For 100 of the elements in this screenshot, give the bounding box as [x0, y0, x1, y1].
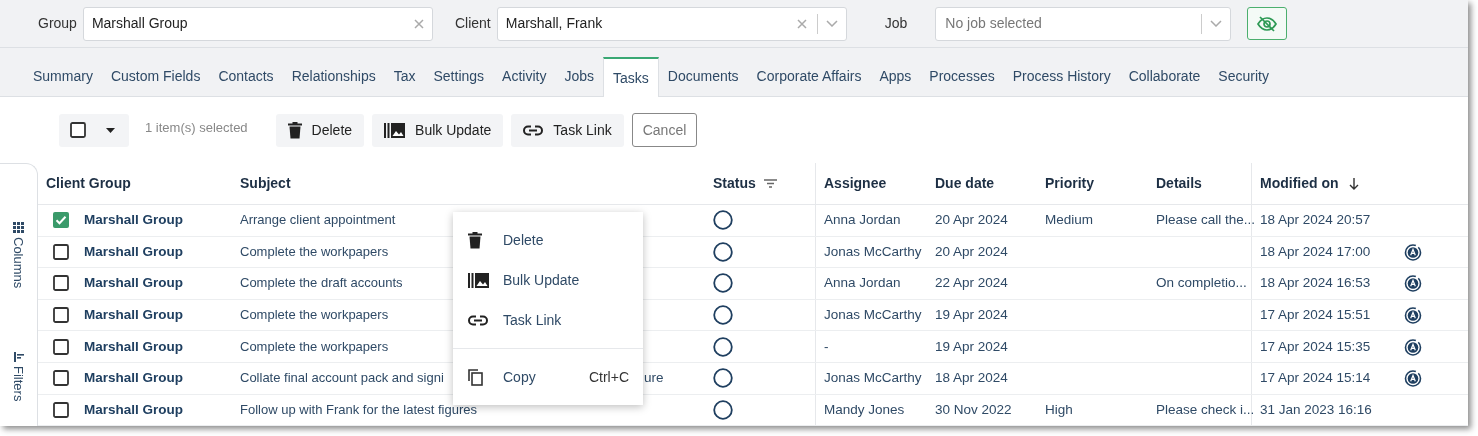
table-cell: 19 Apr 2024	[935, 306, 1008, 322]
field-label: Group	[38, 14, 77, 33]
tab[interactable]: Custom Fields	[101, 56, 210, 96]
status-circle-icon[interactable]	[713, 273, 733, 294]
field-label: Job	[884, 14, 908, 33]
field-label: Client	[454, 14, 491, 33]
column-header[interactable]: Status	[713, 173, 756, 194]
tab[interactable]: Relationships	[282, 56, 385, 96]
table-cell: Collate final account pack and signi	[240, 370, 444, 386]
table-cell: Medium	[1045, 212, 1093, 228]
table-cell: Mandy Jones	[824, 401, 905, 417]
table-cell: Jonas McCarthy	[824, 306, 922, 322]
checkbox[interactable]	[53, 307, 69, 324]
eye-off-icon	[1257, 15, 1278, 32]
table-cell: Complete the workpapers	[240, 338, 389, 354]
table-cell: 18 Apr 2024 16:53	[1260, 275, 1371, 291]
status-circle-icon[interactable]	[713, 210, 733, 231]
tab[interactable]: Process History	[1003, 56, 1120, 96]
toolbar-button[interactable]: Task Link	[511, 113, 624, 147]
checkbox[interactable]	[53, 243, 69, 260]
automation-icon[interactable]	[1404, 369, 1422, 388]
grid-icon	[13, 222, 24, 233]
tab[interactable]: Jobs	[555, 56, 603, 96]
column-header[interactable]: Due date	[935, 175, 995, 191]
image-bars-icon	[468, 272, 489, 288]
column-header[interactable]: Priority	[1045, 175, 1094, 191]
tab[interactable]: Tasks	[603, 57, 659, 97]
table-cell: 20 Apr 2024	[935, 243, 1008, 259]
menu-item[interactable]: Task Link	[453, 300, 643, 340]
checkbox[interactable]	[70, 122, 86, 138]
automation-icon[interactable]	[1404, 274, 1422, 293]
filter-icon	[13, 352, 24, 363]
automation-icon[interactable]	[1404, 306, 1422, 325]
table-cell: Complete the workpapers	[240, 243, 389, 259]
visibility-toggle-button[interactable]	[1247, 7, 1288, 40]
tab[interactable]: Documents	[658, 56, 748, 96]
column-header[interactable]: Client Group	[46, 175, 131, 191]
table-cell: Follow up with Frank for the latest figures	[240, 401, 477, 417]
table-cell: 22 Apr 2024	[935, 275, 1008, 291]
arrow-down-icon	[1348, 177, 1359, 190]
table-cell: High	[1045, 401, 1073, 417]
tab[interactable]: Corporate Affairs	[747, 56, 871, 96]
table-cell: 18 Apr 2024 20:57	[1260, 212, 1371, 228]
filter-icon[interactable]	[763, 179, 777, 188]
side-panel-tab[interactable]: Filters	[8, 352, 29, 402]
selection-count: 1 item(s) selected	[145, 119, 248, 138]
tab[interactable]: Collaborate	[1119, 56, 1210, 96]
select-all-control[interactable]	[59, 113, 129, 147]
tab[interactable]: Tax	[384, 56, 425, 96]
table-cell: Jonas McCarthy	[824, 243, 922, 259]
tab[interactable]: Security	[1209, 56, 1278, 96]
tab[interactable]: Contacts	[209, 56, 283, 96]
checkbox[interactable]	[53, 338, 69, 355]
job-select-field[interactable]: No job selected	[935, 6, 1232, 41]
table-cell: Marshall Group	[84, 243, 183, 259]
table-cell-text: ure	[644, 369, 664, 388]
column-header[interactable]: Assignee	[824, 175, 887, 191]
table-cell: Marshall Group	[84, 338, 183, 354]
table-cell: 17 Apr 2024 15:14	[1260, 370, 1371, 386]
tab[interactable]: Settings	[424, 56, 494, 96]
status-circle-icon[interactable]	[713, 241, 733, 262]
table-cell: 17 Apr 2024 15:35	[1260, 338, 1371, 354]
tab[interactable]: Summary	[24, 56, 102, 96]
menu-item[interactable]: Delete	[453, 220, 643, 260]
tab[interactable]: Activity	[493, 56, 556, 96]
table-cell: Marshall Group	[84, 370, 183, 386]
table-cell: 18 Apr 2024 17:00	[1260, 243, 1371, 259]
table-cell-text: Please check i...	[1156, 400, 1255, 419]
status-circle-icon[interactable]	[713, 336, 733, 357]
checkbox[interactable]	[53, 401, 69, 418]
table-cell: Marshall Group	[84, 275, 183, 291]
checkbox[interactable]	[53, 212, 69, 229]
link-icon	[523, 124, 544, 136]
table-cell: 30 Nov 2022	[935, 401, 1012, 417]
status-circle-icon[interactable]	[713, 368, 733, 389]
table-cell-text: Please call the...	[1156, 211, 1256, 230]
status-circle-icon[interactable]	[713, 399, 733, 420]
automation-icon[interactable]	[1404, 337, 1422, 356]
table-cell: Anna Jordan	[824, 275, 901, 291]
checkbox[interactable]	[53, 370, 69, 387]
table-cell: 17 Apr 2024 15:51	[1260, 306, 1371, 322]
status-circle-icon[interactable]	[713, 305, 733, 326]
select-field[interactable]: Marshall Group	[82, 6, 433, 41]
side-panel-tab[interactable]: Columns	[8, 222, 29, 289]
column-header[interactable]: Modified on	[1260, 173, 1339, 194]
automation-icon[interactable]	[1404, 242, 1422, 261]
menu-item[interactable]: Bulk Update	[453, 260, 643, 300]
toolbar-button[interactable]: Delete	[275, 113, 365, 147]
trash-icon	[287, 121, 302, 139]
checkbox[interactable]	[53, 275, 69, 292]
tab[interactable]: Apps	[870, 56, 921, 96]
toolbar-button[interactable]: Bulk Update	[372, 113, 504, 147]
table-cell: -	[824, 338, 829, 354]
table-cell: 20 Apr 2024	[935, 212, 1008, 228]
menu-item[interactable]: Copy Ctrl+C	[453, 357, 643, 397]
cancel-button[interactable]: Cancel	[631, 113, 698, 147]
column-header[interactable]: Subject	[240, 175, 291, 191]
tab[interactable]: Processes	[920, 56, 1004, 96]
table-cell: Marshall Group	[84, 401, 183, 417]
column-header[interactable]: Details	[1156, 173, 1202, 194]
